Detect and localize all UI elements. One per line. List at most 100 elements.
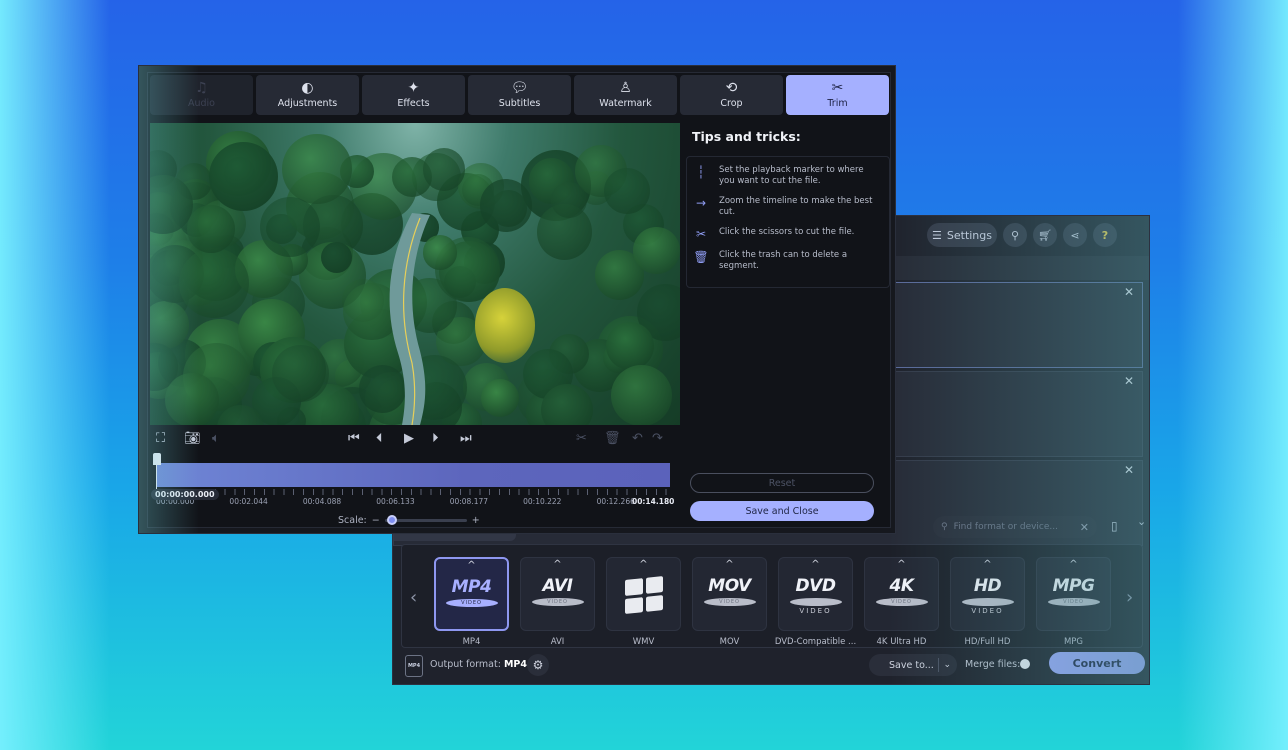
- trash-icon[interactable]: 🗑︎: [604, 432, 621, 446]
- tab-audio[interactable]: ♫ Audio: [150, 75, 253, 115]
- merge-files-toggle[interactable]: [1020, 659, 1030, 669]
- format-icon-box: ^: [606, 557, 681, 631]
- caret-up-icon[interactable]: ^: [897, 560, 905, 570]
- cart-icon: 🛒︎: [1038, 228, 1052, 242]
- scale-slider-knob[interactable]: [386, 515, 397, 525]
- format-icon-box: ^ MOV VIDEO: [692, 557, 767, 631]
- tab-label: Trim: [827, 98, 848, 109]
- scissors-icon: ✂: [831, 80, 844, 96]
- timeline-tick-label: 00:08.177: [449, 497, 489, 506]
- format-icon-box: ^ DVD VIDEO: [778, 557, 853, 631]
- zoom-arrow-icon: →: [695, 196, 707, 210]
- tab-subtitles[interactable]: 💬︎ Subtitles: [468, 75, 571, 115]
- share-button[interactable]: ⋖: [1063, 223, 1087, 247]
- search-icon: ⚲: [941, 522, 948, 532]
- tab-label: Subtitles: [498, 98, 541, 109]
- collapse-chevron-icon[interactable]: ⌄: [1137, 515, 1146, 528]
- format-tile-mpg[interactable]: ^ MPG VIDEO MPG: [1036, 557, 1111, 647]
- caret-up-icon[interactable]: ^: [639, 560, 647, 570]
- format-logo: DVD: [795, 576, 836, 596]
- format-tile-hd[interactable]: ^ HD VIDEO HD/Full HD: [950, 557, 1025, 647]
- clear-search-icon[interactable]: ✕: [1080, 521, 1089, 534]
- format-tile-4k[interactable]: ^ 4K VIDEO 4K Ultra HD: [864, 557, 939, 647]
- fullscreen-icon[interactable]: ⛶: [156, 432, 165, 446]
- chevron-down-icon[interactable]: ⌄: [943, 660, 951, 670]
- prev-frame-icon[interactable]: ⏴: [376, 432, 383, 446]
- tip-text: Zoom the timeline to make the best cut.: [719, 196, 873, 217]
- format-icon-box: ^ HD VIDEO: [950, 557, 1025, 631]
- caret-up-icon[interactable]: ^: [1069, 560, 1077, 570]
- close-icon[interactable]: ✕: [1124, 463, 1134, 477]
- crop-rotate-icon: ⟲: [725, 80, 738, 96]
- playhead-handle[interactable]: [153, 453, 161, 465]
- format-tile-dvd[interactable]: ^ DVD VIDEO DVD-Compatible ...: [775, 557, 856, 647]
- format-logo: MOV: [708, 576, 751, 596]
- close-icon[interactable]: ✕: [1124, 285, 1134, 299]
- next-frame-icon[interactable]: ⏵: [432, 432, 439, 446]
- detect-device-button[interactable]: ▯: [1111, 519, 1118, 533]
- tab-crop[interactable]: ⟲ Crop: [680, 75, 783, 115]
- converter-footer: MP4 Output format: MP4 ⚙ Save to... ⌄ Me…: [393, 646, 1149, 684]
- settings-button[interactable]: ☰ Settings: [927, 223, 997, 247]
- format-search-input[interactable]: ⚲ Find format or device... ✕: [933, 516, 1097, 538]
- output-settings-button[interactable]: ⚙: [527, 654, 549, 676]
- output-format-file-icon: MP4: [405, 655, 423, 677]
- stamp-icon: ♙: [619, 80, 632, 96]
- caret-up-icon[interactable]: ^: [725, 560, 733, 570]
- format-next-button[interactable]: ›: [1126, 587, 1133, 608]
- format-tile-avi[interactable]: ^ AVI VIDEO AVI: [520, 557, 595, 647]
- scale-minus-button[interactable]: −: [372, 515, 380, 526]
- timeline-track[interactable]: [156, 463, 670, 487]
- undo-icon[interactable]: ↶: [632, 432, 643, 446]
- save-to-label: Save to...: [889, 659, 934, 671]
- search-button[interactable]: ⚲: [1003, 223, 1027, 247]
- tips-title: Tips and tricks:: [692, 129, 801, 144]
- format-logo: MP4: [451, 577, 492, 597]
- tab-watermark[interactable]: ♙ Watermark: [574, 75, 677, 115]
- tip-item: ✂ Click the scissors to cut the file.: [693, 227, 879, 241]
- format-tile-wmv[interactable]: ^ WMV: [606, 557, 681, 647]
- caret-up-icon[interactable]: ^: [983, 560, 991, 570]
- redo-icon[interactable]: ↷: [652, 432, 663, 446]
- tab-label: Adjustments: [277, 98, 338, 109]
- caret-up-icon[interactable]: ^: [811, 560, 819, 570]
- help-icon: ?: [1101, 228, 1109, 242]
- format-tile-mp4[interactable]: ^ MP4 VIDEO MP4: [434, 557, 509, 647]
- format-logo: 4K: [889, 576, 914, 596]
- help-button[interactable]: ?: [1093, 223, 1117, 247]
- convert-button[interactable]: Convert: [1049, 652, 1145, 674]
- tab-trim[interactable]: ✂ Trim: [786, 75, 889, 115]
- scissors-icon[interactable]: ✂: [576, 432, 587, 446]
- format-tile-mov[interactable]: ^ MOV VIDEO MOV: [692, 557, 767, 647]
- format-panel: ‹ ^ MP4 VIDEO MP4 ^ AVI VIDEO AVI ^ WMV ^ MOV…: [401, 544, 1143, 648]
- editor-window: ♫ Audio ◐ Adjustments ✦ Effects 💬︎ Subtitle…: [138, 65, 896, 534]
- scale-slider[interactable]: [384, 515, 467, 525]
- output-format-label: Output format: MP4: [430, 659, 527, 670]
- tab-effects[interactable]: ✦ Effects: [362, 75, 465, 115]
- skip-start-icon[interactable]: ⏮: [348, 432, 360, 446]
- reset-button[interactable]: Reset: [690, 473, 874, 493]
- snapshot-icon[interactable]: 📷︎: [184, 432, 201, 446]
- scale-plus-button[interactable]: +: [472, 515, 480, 526]
- settings-label: Settings: [946, 228, 992, 242]
- caret-up-icon[interactable]: ^: [553, 560, 561, 570]
- playback-controls: ⛶ 📷︎ 🔈︎ ⏮ ⏴ ▶ ⏵ ⏭ ✂ 🗑︎ ↶ ↷: [148, 429, 678, 451]
- play-icon[interactable]: ▶: [404, 432, 414, 446]
- tab-label: Crop: [720, 98, 743, 109]
- volume-icon[interactable]: 🔈︎: [212, 432, 220, 446]
- video-preview: [150, 123, 680, 425]
- close-icon[interactable]: ✕: [1124, 374, 1134, 388]
- tab-adjustments[interactable]: ◐ Adjustments: [256, 75, 359, 115]
- skip-end-icon[interactable]: ⏭: [460, 432, 472, 446]
- save-and-close-button[interactable]: Save and Close: [690, 501, 874, 521]
- save-to-button[interactable]: Save to... ⌄: [869, 654, 957, 676]
- timeline-tick-label: 00:02.044: [229, 497, 268, 506]
- contrast-icon: ◐: [301, 80, 314, 96]
- cart-button[interactable]: 🛒︎: [1033, 223, 1057, 247]
- format-prev-button[interactable]: ‹: [410, 587, 417, 608]
- editor-tabs: ♫ Audio ◐ Adjustments ✦ Effects 💬︎ Subtitle…: [150, 75, 889, 115]
- tips-panel: Tips and tricks: ┆ Set the playback mark…: [686, 123, 890, 288]
- caret-up-icon[interactable]: ^: [467, 561, 475, 571]
- tab-label: Audio: [187, 98, 215, 109]
- current-time: 00:00:00.000: [151, 489, 219, 500]
